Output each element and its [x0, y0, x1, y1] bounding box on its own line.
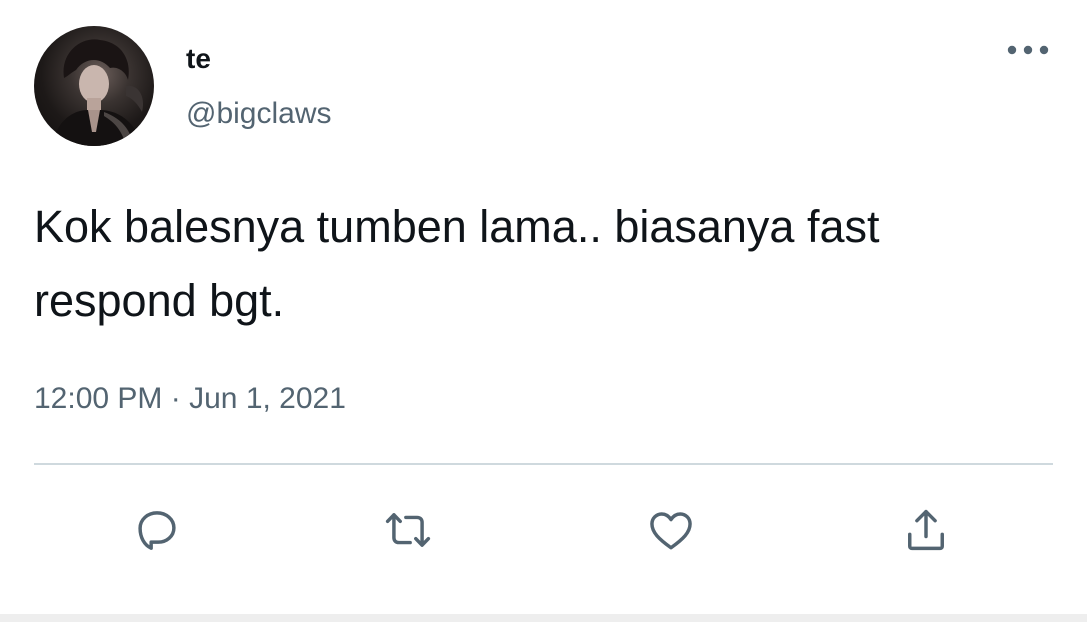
user-handle[interactable]: @bigclaws: [186, 96, 332, 132]
tweet-date: Jun 1, 2021: [189, 382, 346, 415]
retweet-button[interactable]: [380, 502, 436, 558]
timestamp-separator: ·: [170, 382, 181, 415]
share-button[interactable]: [898, 502, 954, 558]
divider: [34, 463, 1053, 465]
more-dots-icon: [1007, 45, 1049, 55]
bottom-edge: [0, 614, 1087, 622]
tweet-time: 12:00 PM: [34, 382, 163, 415]
avatar-photo: [52, 39, 144, 146]
display-name[interactable]: te: [186, 42, 211, 76]
like-button[interactable]: [643, 502, 699, 558]
tweet-card: te @bigclaws Kok balesnya tumben lama.. …: [0, 0, 1087, 622]
reply-button[interactable]: [129, 502, 185, 558]
retweet-icon: [385, 513, 431, 547]
tweet-timestamp[interactable]: 12:00 PM · Jun 1, 2021: [34, 380, 346, 418]
reply-bubble-icon: [138, 511, 176, 550]
heart-icon: [650, 512, 692, 550]
avatar[interactable]: [34, 26, 154, 146]
share-upload-icon: [908, 509, 944, 551]
tweet-text: Kok balesnya tumben lama.. biasanya fast…: [34, 201, 880, 326]
more-options-button[interactable]: [1000, 36, 1056, 64]
